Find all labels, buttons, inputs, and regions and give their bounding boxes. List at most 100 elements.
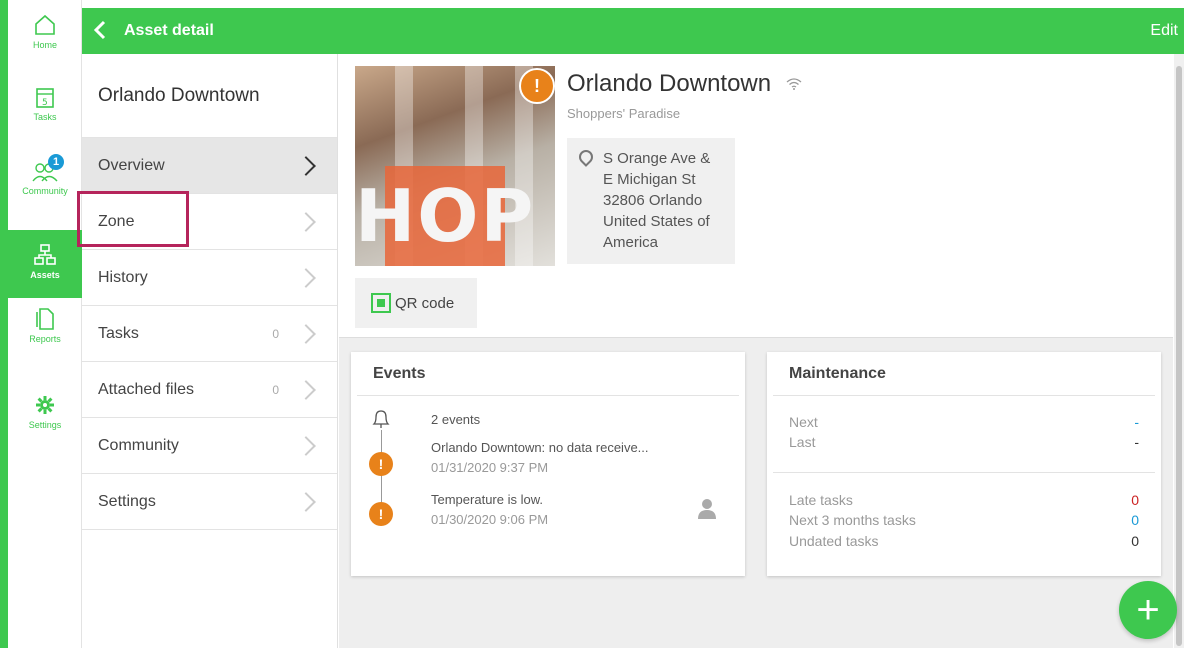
- bell-icon: [371, 408, 391, 428]
- maintenance-card: Maintenance Next - Last - Late tasks 0 N…: [767, 352, 1161, 576]
- address-box: S Orange Ave & E Michigan St 32806 Orlan…: [567, 138, 735, 264]
- home-icon: [32, 12, 58, 38]
- rail-label-home: Home: [32, 40, 57, 50]
- nav-item-tasks[interactable]: Tasks 0: [82, 306, 337, 362]
- nav-item-label: History: [98, 268, 148, 286]
- rail-item-reports[interactable]: Reports: [8, 306, 82, 366]
- app-window: Home 5 Tasks 1 Community Assets Reports …: [0, 0, 1184, 648]
- qr-code-label: QR code: [395, 294, 455, 312]
- undated-tasks-label: Undated tasks: [789, 533, 879, 549]
- nav-item-label: Overview: [98, 156, 165, 174]
- rail-item-settings[interactable]: Settings: [8, 392, 82, 442]
- events-card: Events 2 events ! Orlando Downtown: no d…: [351, 352, 745, 576]
- next-3-months-row[interactable]: Next 3 months tasks 0: [789, 512, 1139, 528]
- event-date: 01/31/2020 9:37 PM: [431, 460, 549, 475]
- nav-item-label: Community: [98, 436, 179, 454]
- late-tasks-label: Late tasks: [789, 492, 853, 508]
- late-tasks-row[interactable]: Late tasks 0: [789, 492, 1139, 508]
- events-title: Events: [357, 352, 739, 396]
- nav-item-label: Attached files: [98, 380, 195, 398]
- zone-highlight-box: [77, 191, 189, 247]
- person-icon[interactable]: [697, 498, 717, 520]
- undated-tasks-row[interactable]: Undated tasks 0: [789, 533, 1139, 549]
- warning-icon[interactable]: !: [519, 68, 555, 104]
- location-pin-icon: [576, 147, 596, 167]
- maintenance-last-row: Last -: [789, 434, 1139, 450]
- asset-nav-header: Orlando Downtown: [82, 54, 337, 138]
- event-warning-icon: !: [369, 502, 393, 526]
- chevron-right-icon: [296, 435, 316, 456]
- icon-rail: Home 5 Tasks 1 Community Assets Reports …: [0, 0, 82, 648]
- event-warning-icon: !: [369, 452, 393, 476]
- qr-code-button[interactable]: QR code: [355, 278, 477, 328]
- edit-button[interactable]: Edit: [1150, 22, 1178, 40]
- rail-label-assets: Assets: [30, 270, 60, 280]
- wifi-icon: [786, 77, 802, 93]
- rail-label-tasks: Tasks: [33, 112, 57, 122]
- address-line: 32806 Orlando: [603, 192, 703, 209]
- chevron-right-icon: [296, 323, 316, 344]
- nav-item-attached-files[interactable]: Attached files 0: [82, 362, 337, 418]
- asset-info-card: HOP ! Orlando Downtown Shoppers' Paradis…: [339, 54, 1173, 338]
- community-icon: 1: [32, 154, 64, 184]
- assets-icon: [32, 242, 58, 268]
- back-arrow-icon[interactable]: [88, 18, 112, 42]
- maintenance-last-value: -: [1134, 434, 1139, 450]
- event-text[interactable]: Temperature is low.: [431, 492, 543, 507]
- address-line: E Michigan St: [603, 171, 696, 188]
- nav-item-settings[interactable]: Settings: [82, 474, 337, 530]
- rail-item-community[interactable]: 1 Community: [8, 154, 82, 218]
- add-button[interactable]: +: [1119, 581, 1177, 639]
- nav-item-label: Settings: [98, 492, 156, 510]
- nav-item-history[interactable]: History: [82, 250, 337, 306]
- main-content: HOP ! Orlando Downtown Shoppers' Paradis…: [339, 54, 1173, 648]
- maintenance-next-label: Next: [789, 414, 818, 430]
- svg-text:5: 5: [42, 98, 48, 108]
- rail-label-community: Community: [22, 186, 68, 196]
- reports-icon: [32, 306, 58, 332]
- address-line: United States of: [603, 213, 710, 230]
- gear-icon: [32, 392, 58, 418]
- maintenance-next-value: -: [1134, 414, 1139, 430]
- page-title: Asset detail: [124, 22, 214, 39]
- event-text[interactable]: Orlando Downtown: no data receive...: [431, 440, 649, 455]
- events-count: 2 events: [431, 412, 481, 427]
- asset-nav-panel: Orlando Downtown Overview Zone History T…: [82, 54, 338, 648]
- chevron-right-icon: [296, 491, 316, 512]
- next-3-months-label: Next 3 months tasks: [789, 512, 916, 528]
- asset-subtitle: Shoppers' Paradise: [567, 106, 681, 121]
- photo-sign-text: HOP: [355, 174, 536, 258]
- chevron-right-icon: [296, 379, 316, 400]
- asset-name: Orlando Downtown: [567, 70, 802, 98]
- event-date: 01/30/2020 9:06 PM: [431, 512, 549, 527]
- rail-label-settings: Settings: [28, 420, 62, 430]
- vertical-scrollbar[interactable]: [1174, 54, 1184, 648]
- nav-item-count: 0: [272, 382, 279, 397]
- top-bar: Asset detail Edit: [82, 8, 1184, 54]
- maintenance-last-label: Last: [789, 434, 816, 450]
- divider: [773, 472, 1155, 473]
- rail-item-home[interactable]: Home: [8, 12, 82, 72]
- qr-code-icon: [371, 293, 391, 313]
- nav-item-overview[interactable]: Overview: [82, 138, 337, 194]
- rail-item-assets[interactable]: Assets: [8, 230, 82, 298]
- maintenance-next-row: Next -: [789, 414, 1139, 430]
- address-line: S Orange Ave &: [603, 150, 711, 167]
- chevron-right-icon: [296, 267, 316, 288]
- rail-item-tasks[interactable]: 5 Tasks: [8, 84, 82, 144]
- chevron-right-icon: [296, 155, 316, 176]
- notification-badge: 1: [48, 154, 64, 170]
- scrollbar-thumb[interactable]: [1176, 66, 1182, 646]
- undated-tasks-value: 0: [1131, 533, 1139, 549]
- maintenance-title: Maintenance: [773, 352, 1155, 396]
- asset-name-text: Orlando Downtown: [567, 70, 772, 97]
- rail-label-reports: Reports: [29, 334, 61, 344]
- late-tasks-value: 0: [1131, 492, 1139, 508]
- next-3-months-value: 0: [1131, 512, 1139, 528]
- nav-item-community[interactable]: Community: [82, 418, 337, 474]
- address-line: America: [603, 234, 659, 251]
- chevron-right-icon: [296, 211, 316, 232]
- nav-item-count: 0: [272, 326, 279, 341]
- calendar-icon: 5: [32, 84, 58, 110]
- nav-item-label: Tasks: [98, 324, 139, 342]
